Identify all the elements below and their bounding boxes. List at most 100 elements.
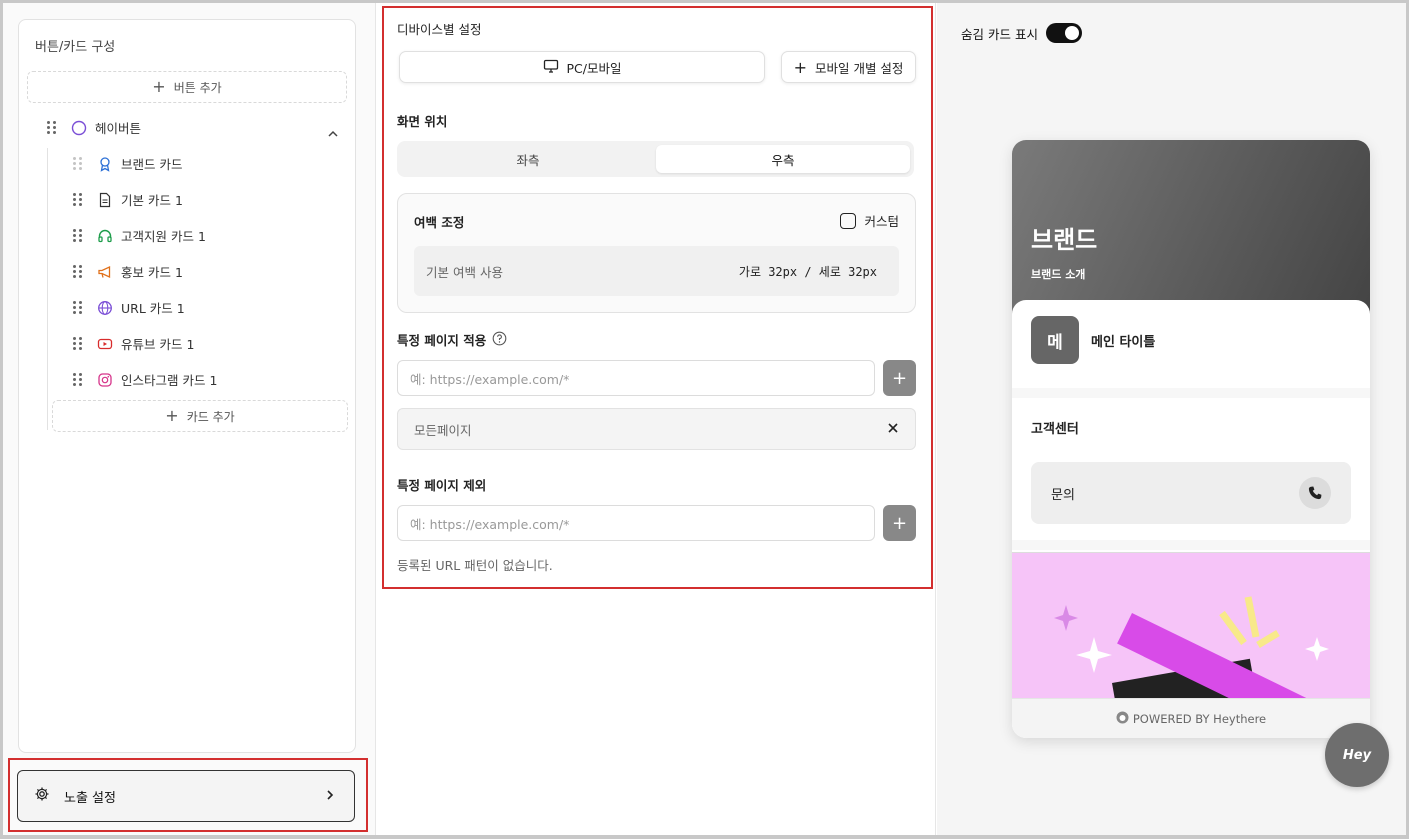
hidden-cards-toggle[interactable]	[1045, 23, 1082, 43]
drag-handle-icon[interactable]	[73, 229, 83, 242]
toggle-knob	[1064, 26, 1079, 40]
settings-panel: 디바이스별 설정 PC/모바일 + 모바일 개별 설정 화면 위치 좌측 우측 …	[377, 3, 936, 835]
tree-item-card[interactable]: URL 카드 1	[73, 298, 185, 317]
card-label: 홍보 카드 1	[121, 265, 183, 280]
ribbon-icon	[97, 156, 113, 172]
hidden-cards-toggle-row: 숨김 카드 표시	[961, 23, 1082, 43]
tree-item-card[interactable]: 고객지원 카드 1	[73, 226, 206, 245]
plus-icon: +	[793, 57, 807, 77]
margin-title: 여백 조정	[414, 215, 465, 230]
headset-icon	[97, 228, 113, 244]
default-margin-label: 기본 여백 사용	[426, 264, 503, 280]
promo-illustration	[1054, 596, 1339, 698]
tree-line	[47, 148, 48, 430]
tree-item-card[interactable]: 브랜드 카드	[73, 154, 182, 173]
include-tag-all-pages: 모든페이지	[397, 408, 916, 450]
plus-icon: +	[152, 77, 166, 96]
custom-checkbox[interactable]	[840, 212, 857, 229]
drag-handle-icon[interactable]	[73, 265, 83, 278]
add-card-label: 카드 추가	[186, 409, 235, 424]
avatar: 메	[1031, 316, 1079, 364]
include-add-button[interactable]: +	[883, 360, 916, 396]
monitor-icon	[543, 58, 559, 77]
add-card-button[interactable]: + 카드 추가	[52, 400, 348, 432]
include-pages-title: 특정 페이지 적용	[397, 333, 487, 348]
help-icon[interactable]	[492, 331, 507, 349]
custom-checkbox-row[interactable]: 커스텀	[840, 211, 899, 230]
card-label: 브랜드 카드	[121, 157, 183, 172]
inquiry-label: 문의	[1051, 487, 1075, 503]
plus-icon: +	[165, 406, 179, 425]
structure-title: 버튼/카드 구성	[35, 40, 116, 55]
exclude-add-button[interactable]: +	[883, 505, 916, 541]
drag-handle-icon[interactable]	[73, 373, 83, 386]
drag-handle-icon[interactable]	[73, 337, 83, 350]
include-url-input[interactable]: 예: https://example.com/*	[397, 360, 875, 396]
hey-floating-button[interactable]: Hey	[1325, 723, 1389, 787]
powered-by-label: POWERED BY Heythere	[1132, 711, 1267, 726]
megaphone-icon	[97, 264, 113, 280]
mobile-individual-button[interactable]: + 모바일 개별 설정	[781, 51, 916, 83]
default-margin-row: 기본 여백 사용 가로 32px / 세로 32px	[414, 246, 899, 296]
chevron-up-icon[interactable]	[327, 128, 339, 144]
brand-card-header: 브랜드 브랜드 소개	[1012, 140, 1370, 315]
position-right-option[interactable]: 우측	[656, 145, 910, 173]
device-settings-title: 디바이스별 설정	[397, 22, 482, 37]
tree-item-card[interactable]: 홍보 카드 1	[73, 262, 183, 281]
pc-mobile-label: PC/모바일	[566, 60, 622, 76]
plus-icon: +	[891, 367, 908, 389]
preview-panel: 숨김 카드 표시 브랜드 브랜드 소개 메 메인 타이틀 고객센터 문의 POW…	[937, 3, 1406, 835]
plus-icon: +	[891, 512, 908, 534]
inquiry-item[interactable]: 문의	[1031, 462, 1351, 524]
left-panel: 버튼/카드 구성 + 버튼 추가 헤이버튼 브랜드 카드 기본 카드 1 고객지…	[3, 3, 376, 835]
card-label: URL 카드 1	[121, 301, 185, 316]
close-icon[interactable]	[887, 422, 899, 437]
include-tag-label: 모든페이지	[414, 422, 472, 438]
hidden-cards-label: 숨김 카드 표시	[961, 26, 1038, 42]
add-button-button[interactable]: + 버튼 추가	[27, 71, 347, 103]
phone-icon	[1299, 477, 1331, 509]
customer-center-title: 고객센터	[1031, 422, 1079, 437]
button-card-structure-panel: 버튼/카드 구성 + 버튼 추가 헤이버튼 브랜드 카드 기본 카드 1 고객지…	[18, 19, 356, 753]
expose-settings-button[interactable]: 노출 설정	[17, 770, 355, 822]
margin-settings-box: 여백 조정 커스텀 기본 여백 사용 가로 32px / 세로 32px	[397, 193, 916, 313]
main-title: 메인 타이틀	[1091, 335, 1156, 350]
pc-mobile-button[interactable]: PC/모바일	[399, 51, 765, 83]
gear-icon	[34, 786, 50, 806]
expose-settings-label: 노출 설정	[64, 790, 116, 806]
tree-item-card[interactable]: 인스타그램 카드 1	[73, 370, 217, 389]
youtube-icon	[97, 336, 113, 352]
position-segmented-control: 좌측 우측	[397, 141, 914, 177]
promo-banner-image	[1012, 552, 1370, 698]
brand-name: 브랜드	[1031, 226, 1098, 254]
card-label: 기본 카드 1	[121, 193, 183, 208]
exclude-url-input[interactable]: 예: https://example.com/*	[397, 505, 875, 541]
tree-item-card[interactable]: 기본 카드 1	[73, 190, 183, 209]
exclude-pages-title: 특정 페이지 제외	[397, 478, 487, 493]
card-label: 유튜브 카드 1	[121, 337, 195, 352]
main-title-card[interactable]: 메 메인 타이틀	[1012, 300, 1370, 400]
drag-handle-icon[interactable]	[73, 157, 83, 170]
position-title: 화면 위치	[397, 114, 448, 129]
mobile-individual-label: 모바일 개별 설정	[814, 60, 904, 76]
tree-item-hey-button[interactable]: 헤이버튼	[47, 118, 141, 137]
circle-icon	[71, 120, 87, 136]
widget-body: 메 메인 타이틀 고객센터 문의 POWERED BY Heythere	[1012, 300, 1370, 738]
add-button-label: 버튼 추가	[173, 80, 222, 95]
drag-handle-icon[interactable]	[47, 121, 57, 134]
powered-by-footer: POWERED BY Heythere	[1012, 698, 1370, 738]
tree-item-card[interactable]: 유튜브 카드 1	[73, 334, 194, 353]
drag-handle-icon[interactable]	[73, 193, 83, 206]
divider	[1012, 388, 1370, 398]
hey-button-label: 헤이버튼	[95, 121, 142, 136]
widget-preview: 브랜드 브랜드 소개 메 메인 타이틀 고객센터 문의 POWERED BY H…	[1012, 140, 1370, 738]
drag-handle-icon[interactable]	[73, 301, 83, 314]
card-label: 인스타그램 카드 1	[121, 373, 218, 388]
globe-icon	[97, 300, 113, 316]
exclude-empty-note: 등록된 URL 패턴이 없습니다.	[397, 558, 553, 573]
brand-subtitle: 브랜드 소개	[1031, 268, 1086, 281]
custom-label: 커스텀	[864, 214, 899, 229]
position-left-option[interactable]: 좌측	[401, 145, 655, 173]
include-pages-title-row: 특정 페이지 적용	[397, 330, 507, 349]
document-icon	[97, 192, 113, 208]
